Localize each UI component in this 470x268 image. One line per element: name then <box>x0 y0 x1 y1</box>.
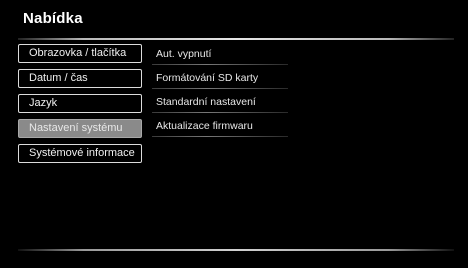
menu-item-system-info[interactable]: Systémové informace <box>18 144 142 163</box>
menu-item-date-time[interactable]: Datum / čas <box>18 69 142 88</box>
submenu-item-firmware-update[interactable]: Aktualizace firmwaru <box>148 116 288 140</box>
submenu-divider <box>152 64 288 65</box>
menu-item-display-buttons[interactable]: Obrazovka / tlačítka <box>18 44 142 63</box>
menu-item-language[interactable]: Jazyk <box>18 94 142 113</box>
submenu-divider <box>152 112 288 113</box>
footer-divider <box>18 249 454 251</box>
menu-screen: Nabídka Obrazovka / tlačítka Datum / čas… <box>0 0 470 268</box>
header-divider <box>18 38 454 40</box>
submenu-item-format-sd[interactable]: Formátování SD karty <box>148 68 288 92</box>
submenu-item-label: Standardní nastavení <box>156 96 256 108</box>
submenu-item-auto-off[interactable]: Aut. vypnutí <box>148 44 288 68</box>
submenu-item-label: Formátování SD karty <box>156 72 259 84</box>
submenu: Aut. vypnutí Formátování SD karty Standa… <box>148 44 288 140</box>
submenu-item-label: Aktualizace firmwaru <box>156 120 253 132</box>
submenu-divider <box>152 88 288 89</box>
menu-item-system-settings[interactable]: Nastavení systému <box>18 119 142 138</box>
page-title: Nabídka <box>23 10 83 27</box>
submenu-item-label: Aut. vypnutí <box>156 48 212 60</box>
submenu-divider <box>152 136 288 137</box>
submenu-item-default-settings[interactable]: Standardní nastavení <box>148 92 288 116</box>
main-menu: Obrazovka / tlačítka Datum / čas Jazyk N… <box>18 44 142 169</box>
